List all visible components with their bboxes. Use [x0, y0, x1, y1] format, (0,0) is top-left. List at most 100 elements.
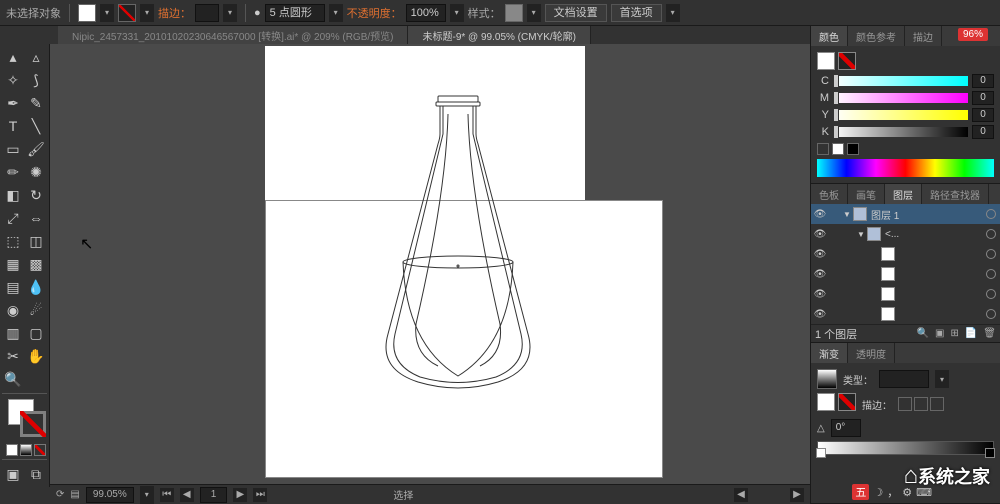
spectrum-bar[interactable]: [817, 159, 994, 177]
scroll-right[interactable]: ▶: [790, 488, 804, 502]
new-layer-icon[interactable]: 📄: [965, 328, 977, 339]
panel-fill-swatch[interactable]: [817, 52, 835, 70]
target-icon[interactable]: [986, 229, 996, 239]
locate-icon[interactable]: 🔍: [917, 328, 929, 339]
visibility-icon[interactable]: 👁: [811, 249, 829, 260]
opacity-field[interactable]: 100%: [406, 4, 446, 22]
tab-color-guide[interactable]: 颜色参考: [848, 26, 905, 46]
yellow-slider[interactable]: [833, 110, 968, 120]
layer-row[interactable]: 👁: [811, 244, 1000, 264]
target-icon[interactable]: [986, 289, 996, 299]
selection-tool[interactable]: ▴: [2, 46, 24, 68]
cyan-value[interactable]: 0: [972, 74, 994, 88]
black-value[interactable]: 0: [972, 125, 994, 139]
style-dropdown[interactable]: [527, 4, 541, 22]
opacity-dropdown[interactable]: [450, 4, 464, 22]
grad-stroke-swatch[interactable]: [838, 393, 856, 411]
stroke-color-icon[interactable]: [20, 411, 46, 437]
tab-doc-2[interactable]: 未标题-9* @ 99.05% (CMYK/轮廓): [408, 26, 591, 44]
tab-layers[interactable]: 图层: [885, 184, 922, 204]
style-swatch[interactable]: [505, 4, 523, 22]
grad-fill-swatch[interactable]: [817, 393, 835, 411]
brush-preset-field[interactable]: 5 点圆形: [265, 4, 325, 22]
scale-tool[interactable]: ⤢: [2, 207, 24, 229]
prev-page-button[interactable]: ◀: [180, 488, 194, 502]
magenta-slider[interactable]: [833, 93, 968, 103]
brush-dropdown[interactable]: [329, 4, 343, 22]
expand-icon[interactable]: ▼: [857, 230, 867, 239]
target-icon[interactable]: [986, 209, 996, 219]
yellow-value[interactable]: 0: [972, 108, 994, 122]
layer-row[interactable]: 👁: [811, 264, 1000, 284]
rotate-tool[interactable]: ↻: [25, 184, 47, 206]
mesh-tool[interactable]: ▩: [25, 253, 47, 275]
black-icon[interactable]: [847, 143, 859, 155]
add-anchor-tool[interactable]: ✎: [25, 92, 47, 114]
delete-layer-icon[interactable]: 🗑: [983, 328, 996, 339]
color-mode-gradient[interactable]: [20, 444, 32, 456]
eraser-tool[interactable]: ◧: [2, 184, 24, 206]
stroke-mode-1-icon[interactable]: [898, 397, 912, 411]
tab-doc-1[interactable]: Nipic_2457331_20101020230646567000 [转换].…: [58, 26, 408, 44]
scroll-left[interactable]: ◀: [734, 488, 748, 502]
layer-name[interactable]: <...: [885, 229, 986, 240]
tab-gradient[interactable]: 渐变: [811, 343, 848, 363]
make-clip-icon[interactable]: ▣: [935, 328, 944, 339]
visibility-icon[interactable]: 👁: [811, 269, 829, 280]
fill-swatch[interactable]: [78, 4, 96, 22]
prefs-button[interactable]: 首选项: [611, 4, 662, 22]
panel-stroke-swatch[interactable]: [838, 52, 856, 70]
fill-stroke-control[interactable]: [2, 397, 47, 443]
expand-icon[interactable]: ▼: [843, 210, 853, 219]
layer-row[interactable]: 👁: [811, 304, 1000, 324]
first-page-button[interactable]: ⏮: [160, 488, 174, 502]
new-sublayer-icon[interactable]: ⊞: [950, 328, 958, 339]
stroke-swatch[interactable]: [118, 4, 136, 22]
eyedropper-tool[interactable]: 💧: [25, 276, 47, 298]
direct-selection-tool[interactable]: ▵: [25, 46, 47, 68]
fill-dropdown[interactable]: [100, 4, 114, 22]
layer-row[interactable]: 👁 ▼ <...: [811, 224, 1000, 244]
type-tool[interactable]: T: [2, 115, 24, 137]
visibility-icon[interactable]: 👁: [811, 229, 829, 240]
cyan-slider[interactable]: [833, 76, 968, 86]
none-icon[interactable]: [817, 143, 829, 155]
more-dropdown[interactable]: [666, 4, 680, 22]
color-mode-none[interactable]: [34, 444, 46, 456]
gradient-preview[interactable]: [817, 369, 837, 389]
blob-brush-tool[interactable]: ✺: [25, 161, 47, 183]
angle-field[interactable]: 0°: [831, 419, 861, 437]
artboard-tool[interactable]: ▢: [25, 322, 47, 344]
screen-mode-normal[interactable]: ▣: [2, 463, 24, 485]
line-tool[interactable]: ╲: [25, 115, 47, 137]
gradient-type-field[interactable]: [879, 370, 929, 388]
perspective-grid-tool[interactable]: ▦: [2, 253, 24, 275]
paintbrush-tool[interactable]: 🖌: [25, 138, 47, 160]
visibility-icon[interactable]: 👁: [811, 209, 829, 220]
visibility-icon[interactable]: 👁: [811, 289, 829, 300]
hand-tool[interactable]: ✋: [25, 345, 47, 367]
width-tool[interactable]: ⇔: [25, 207, 47, 229]
symbol-sprayer-tool[interactable]: ☄: [25, 299, 47, 321]
gradient-tool[interactable]: ▤: [2, 276, 24, 298]
stroke-weight-field[interactable]: [195, 4, 219, 22]
doc-settings-button[interactable]: 文档设置: [545, 4, 607, 22]
canvas[interactable]: ↖: [50, 44, 810, 484]
lasso-tool[interactable]: ⟆: [25, 69, 47, 91]
last-page-button[interactable]: ⏭: [253, 488, 267, 502]
color-mode-solid[interactable]: [6, 444, 18, 456]
shape-builder-tool[interactable]: ◫: [25, 230, 47, 252]
tab-stroke[interactable]: 描边: [905, 26, 942, 46]
tab-brushes[interactable]: 画笔: [848, 184, 885, 204]
zoom-field[interactable]: 99.05%: [86, 487, 134, 503]
next-page-button[interactable]: ▶: [233, 488, 247, 502]
pen-tool[interactable]: ✒: [2, 92, 24, 114]
column-graph-tool[interactable]: ▥: [2, 322, 24, 344]
target-icon[interactable]: [986, 269, 996, 279]
white-icon[interactable]: [832, 143, 844, 155]
stroke-weight-dropdown[interactable]: [223, 4, 237, 22]
black-slider[interactable]: [833, 127, 968, 137]
blend-tool[interactable]: ◉: [2, 299, 24, 321]
tab-color[interactable]: 颜色: [811, 26, 848, 46]
tab-transparency[interactable]: 透明度: [848, 343, 895, 363]
